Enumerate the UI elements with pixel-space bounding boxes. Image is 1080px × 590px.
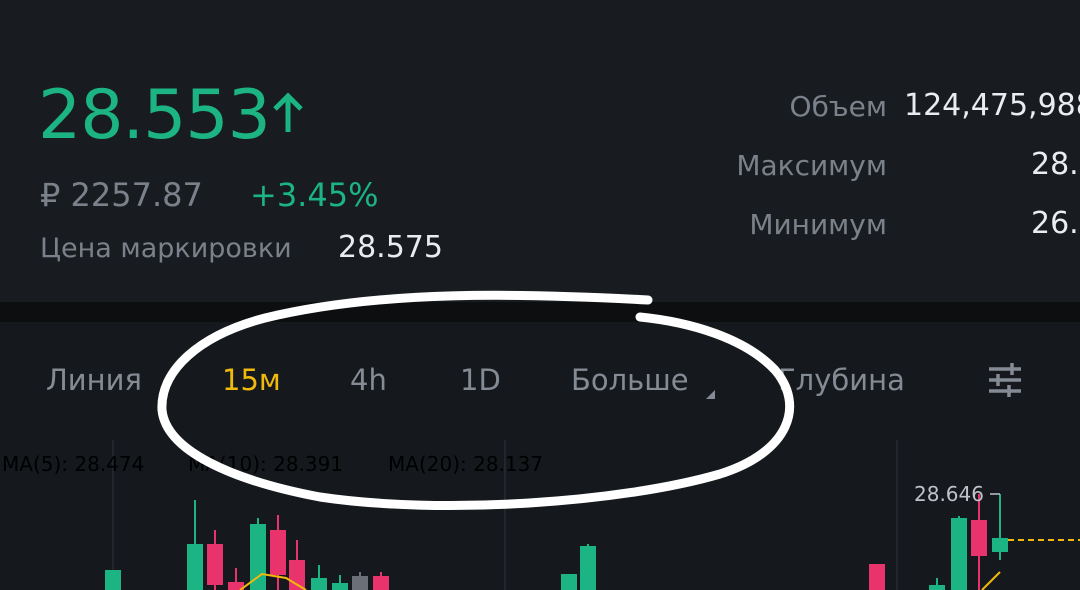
ma5-label: MA(5): 28.474 [2, 452, 145, 476]
ma5-line-segment-2 [981, 571, 1001, 590]
candle-body-8 [311, 578, 327, 590]
candle-body-2 [187, 544, 203, 590]
candle-body-12 [561, 574, 577, 590]
candle-body-10 [352, 576, 368, 590]
candle-body-18 [992, 538, 1008, 552]
peak-price-label: 28.646 [914, 482, 984, 506]
ma20-label: MA(20): 28.137 [388, 452, 544, 476]
screen: 28.553 ₽ 2257.87 +3.45% Цена маркировки … [0, 0, 1080, 590]
dropdown-caret-icon [706, 390, 715, 399]
candle-body-15 [929, 585, 945, 590]
tab-4h[interactable]: 4h [350, 360, 387, 400]
tab-depth[interactable]: Глубина [778, 360, 905, 400]
settings-sliders-icon[interactable] [985, 360, 1025, 400]
candle-body-11 [373, 576, 389, 590]
tab-15m[interactable]: 15м [222, 360, 281, 400]
candle-body-3 [207, 544, 223, 585]
candle-body-6 [270, 530, 286, 575]
candle-body-16 [951, 518, 967, 590]
candle-body-9 [332, 583, 348, 590]
candle-body-1 [105, 570, 121, 590]
tab-line[interactable]: Линия [46, 360, 142, 400]
candle-body-17 [971, 520, 987, 556]
candle-body-13 [580, 546, 596, 590]
tab-1d[interactable]: 1D [460, 360, 501, 400]
tab-more[interactable]: Больше [571, 360, 689, 400]
candle-body-14 [869, 564, 885, 590]
ma10-label: MA(10): 28.391 [188, 452, 344, 476]
